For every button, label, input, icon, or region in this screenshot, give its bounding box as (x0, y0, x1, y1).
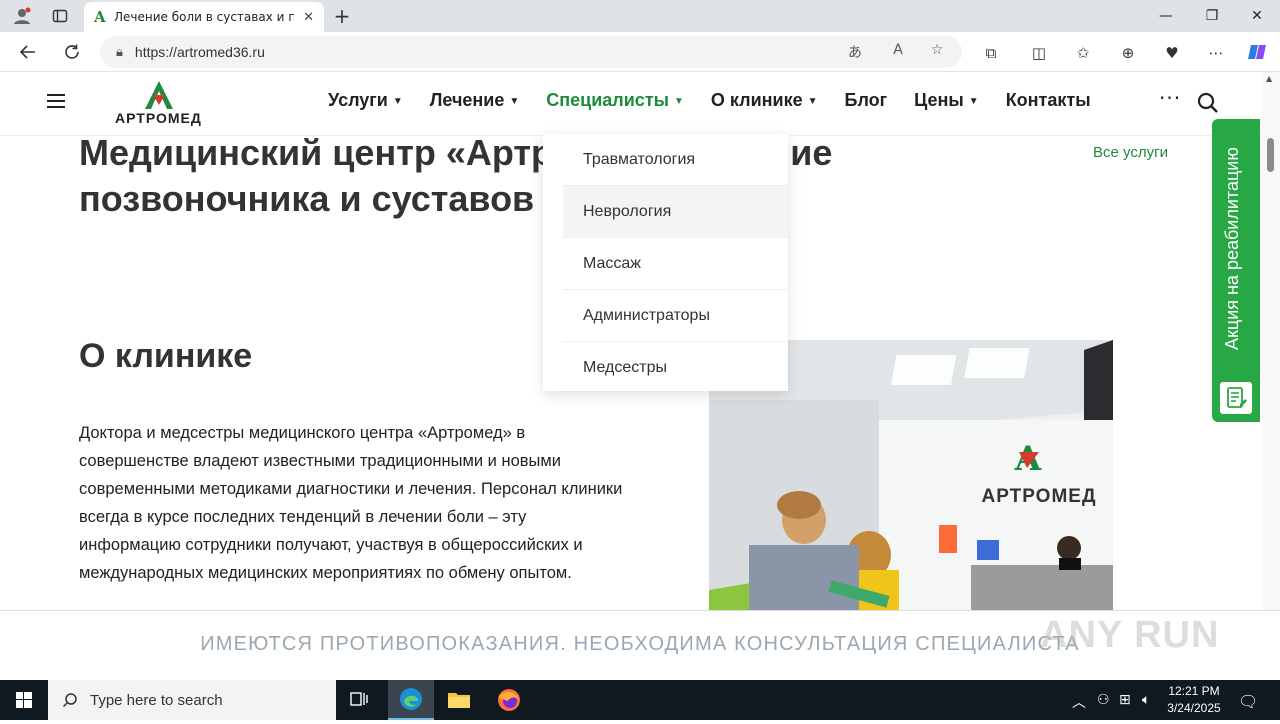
split-screen-icon[interactable]: ◫ (1028, 42, 1050, 64)
browser-toolbar: 🔒︎ https://artromed36.ru あ A ☆ ⧉ ◫ ✩ ⊕ ♥… (0, 32, 1280, 72)
menu-label: Цены (914, 90, 964, 110)
site-header: АРТРОМЕД Услуги ▼ Лечение ▼ Специалисты ▼ О… (0, 72, 1262, 136)
extensions-icon[interactable]: ⧉ (980, 42, 1002, 64)
menu-label: Блог (844, 90, 888, 110)
network-icon[interactable]: ⊞ (1119, 692, 1131, 708)
specialists-dropdown: Травматология Неврология Массаж Админист… (543, 134, 788, 391)
task-view-icon[interactable] (336, 680, 382, 720)
tray-device-icon[interactable]: ⚇ (1097, 692, 1110, 708)
edge-taskbar-icon[interactable] (388, 680, 434, 720)
menu-label: Контакты (1005, 90, 1091, 110)
menu-item-specialists[interactable]: Специалисты ▼ (546, 90, 684, 111)
firefox-icon[interactable] (486, 680, 532, 720)
about-heading: О клинике (79, 337, 253, 375)
clock-time: 12:21 PM (1168, 684, 1220, 698)
taskbar-search-box[interactable]: Type here to search (48, 680, 336, 720)
menu-label: Услуги (328, 90, 388, 110)
close-tab-icon[interactable]: ✕ (303, 10, 314, 25)
rehab-promo-tab[interactable]: Акция на реабилитацию (1212, 119, 1260, 422)
menu-item-blog[interactable]: Блог (845, 90, 888, 111)
browser-tab-bar: A Лечение боли в суставах и поз ✕ + — ❐ … (0, 0, 1280, 32)
collections-icon[interactable]: ⊕ (1117, 42, 1139, 64)
refresh-button[interactable] (60, 40, 84, 64)
more-menu-button[interactable]: ··· (1159, 86, 1181, 110)
copilot-icon[interactable] (1246, 42, 1268, 64)
page-viewport: Медицинский центр «Артромед»: лечение по… (0, 72, 1262, 610)
form-icon[interactable] (1220, 382, 1252, 414)
menu-item-contacts[interactable]: Контакты (1006, 90, 1091, 111)
about-paragraph: Доктора и медсестры медицинского центра … (79, 424, 623, 582)
translate-icon[interactable]: あ (845, 42, 865, 62)
favorites-icon[interactable]: ✩ (1072, 42, 1094, 64)
tab-title: Лечение боли в суставах и поз (114, 10, 294, 24)
all-services-link[interactable]: Все услуги (1093, 144, 1168, 161)
profile-icon[interactable] (10, 4, 34, 28)
close-window-button[interactable]: ✕ (1234, 4, 1280, 28)
notifications-icon[interactable]: 🗨︎ (1238, 692, 1258, 711)
browser-tab-active[interactable]: A Лечение боли в суставах и поз ✕ (84, 2, 324, 32)
menu-item-services[interactable]: Услуги ▼ (328, 90, 403, 111)
caret-down-icon: ▼ (392, 96, 403, 107)
scrollbar-thumb[interactable] (1267, 138, 1274, 172)
address-bar[interactable]: 🔒︎ https://artromed36.ru あ A ☆ (100, 36, 962, 68)
taskbar-search-placeholder[interactable]: Type here to search (90, 692, 223, 709)
settings-more-icon[interactable]: ⋯ (1205, 42, 1227, 64)
clock-date: 3/24/2025 (1167, 701, 1221, 715)
back-button[interactable] (16, 40, 40, 64)
tab-actions-icon[interactable] (48, 4, 72, 28)
restore-button[interactable]: ❐ (1189, 4, 1235, 28)
dropdown-item-neurology[interactable]: Неврология (563, 186, 788, 238)
dropdown-item-traumatology[interactable]: Травматология (563, 134, 788, 186)
taskbar-clock[interactable]: 12:21 PM 3/24/2025 (1160, 683, 1228, 717)
menu-label: Специалисты (546, 90, 670, 110)
dropdown-item-nurses[interactable]: Медсестры (563, 342, 788, 394)
promo-label: Акция на реабилитацию (1222, 147, 1242, 351)
caret-down-icon: ▼ (807, 96, 818, 107)
windows-start-button[interactable] (0, 680, 48, 720)
photo-sign-text: АРТРОМЕД (982, 486, 1097, 507)
logo-text: АРТРОМЕД (115, 110, 202, 126)
url-text[interactable]: https://artromed36.ru (135, 44, 265, 60)
new-tab-button[interactable]: + (330, 4, 354, 28)
file-explorer-icon[interactable] (436, 680, 482, 720)
site-logo[interactable]: АРТРОМЕД (115, 79, 207, 129)
page-title: Медицинский центр «Артромед»: лечение по… (79, 132, 833, 219)
caret-down-icon: ▼ (674, 96, 684, 107)
menu-item-about-clinic[interactable]: О клинике ▼ (711, 90, 818, 111)
search-icon[interactable] (1197, 92, 1219, 114)
read-aloud-icon[interactable]: A (888, 42, 908, 58)
menu-label: О клинике (710, 90, 803, 110)
menu-label: Лечение (429, 90, 505, 110)
performance-icon[interactable]: ♥ (1161, 42, 1183, 64)
dropdown-item-massage[interactable]: Массаж (563, 238, 788, 290)
tray-chevron-icon[interactable]: ︿ (1072, 692, 1086, 712)
site-favicon-icon: A (94, 8, 106, 26)
dropdown-item-administrators[interactable]: Администраторы (563, 290, 788, 342)
anyrun-watermark: ANY RUN (1040, 614, 1220, 656)
minimize-button[interactable]: — (1143, 4, 1189, 28)
hamburger-menu-icon[interactable] (47, 94, 65, 108)
menu-item-treatment[interactable]: Лечение ▼ (430, 90, 520, 111)
page-scrollbar[interactable]: ▲ ▼ (1262, 72, 1280, 667)
volume-icon[interactable]: 🔈︎ (1142, 692, 1150, 708)
scroll-up-icon[interactable]: ▲ (1266, 74, 1272, 83)
search-icon (62, 693, 77, 708)
favorite-star-icon[interactable]: ☆ (927, 42, 947, 58)
main-menu: Услуги ▼ Лечение ▼ Специалисты ▼ О клинике ▼… (328, 90, 1118, 111)
caret-down-icon: ▼ (509, 96, 520, 107)
windows-taskbar: Type here to search ︿ ⚇ ⊞ 🔈︎ 12:21 PM 3/… (0, 680, 1280, 720)
caret-down-icon: ▼ (968, 96, 979, 107)
menu-item-prices[interactable]: Цены ▼ (914, 90, 979, 111)
lock-icon[interactable]: 🔒︎ (116, 45, 123, 60)
